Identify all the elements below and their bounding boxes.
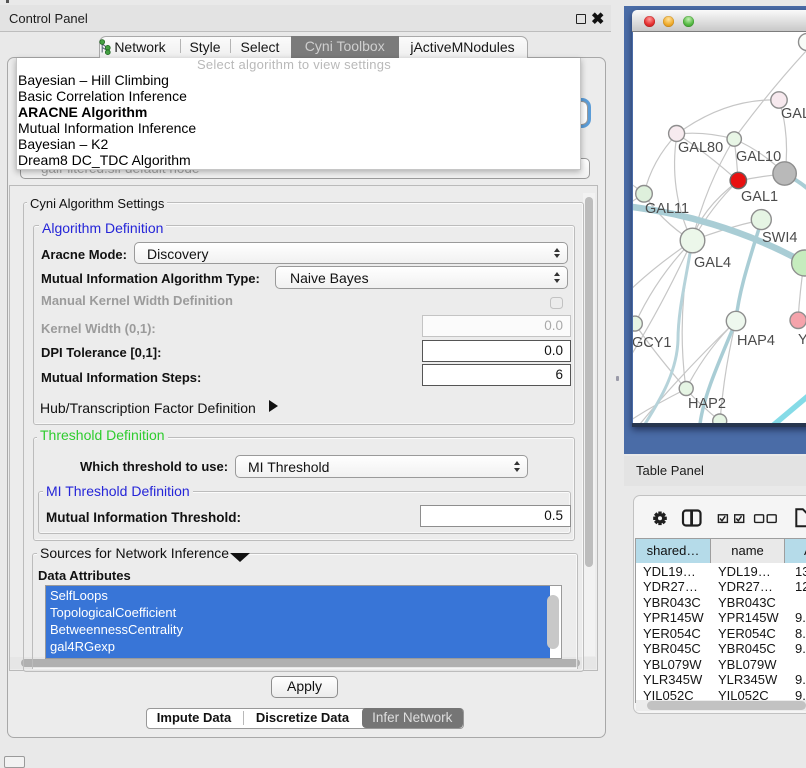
- svg-text:Y: Y: [798, 332, 806, 348]
- svg-text:GAL10: GAL10: [736, 149, 781, 165]
- svg-text:SWI4: SWI4: [762, 230, 797, 246]
- svg-text:GAL80: GAL80: [678, 140, 723, 156]
- svg-text:GAL11: GAL11: [645, 201, 689, 217]
- svg-text:GAL: GAL: [781, 106, 806, 122]
- svg-text:GCY1: GCY1: [633, 335, 672, 351]
- svg-text:GAL4: GAL4: [694, 255, 731, 271]
- svg-text:HAP4: HAP4: [737, 333, 775, 349]
- svg-text:HAP2: HAP2: [688, 396, 726, 412]
- svg-text:GAL1: GAL1: [741, 189, 778, 205]
